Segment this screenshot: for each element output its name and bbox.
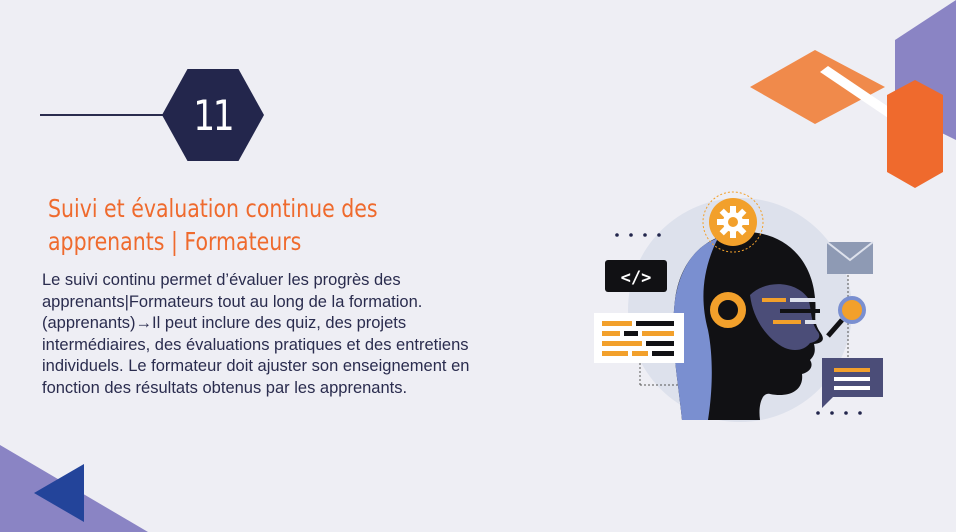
body-line-6: fonction des résultats obtenus par les a…	[42, 378, 408, 397]
slide-title-line-2: apprenants | Formateurs	[48, 227, 302, 256]
orange-diamond-shape	[750, 50, 885, 124]
number-connector-line	[40, 114, 170, 116]
body-line-4: intermédiaires, des évaluations pratique…	[42, 335, 469, 354]
body-line-5: individuels. Le formateur doit ajuster s…	[42, 357, 470, 375]
head-illustration: </>	[594, 191, 883, 422]
slide: 11 Suivi et évaluation continue des appr…	[0, 0, 956, 532]
body-line-1: Le suivi continu permet d’évaluer les pr…	[42, 271, 401, 289]
magnifier-icon	[838, 296, 866, 324]
chat-bubble-icon	[822, 358, 883, 408]
dots-top-left	[615, 233, 661, 237]
dots-bottom-right	[816, 411, 862, 415]
slide-title-line-1: Suivi et évaluation continue des	[48, 194, 378, 223]
orange-hexagon-shape	[887, 80, 943, 188]
slide-title: Suivi et évaluation continue des apprena…	[48, 192, 392, 258]
back-arrow-icon[interactable]	[30, 462, 90, 524]
code-tag-label: </>	[621, 268, 652, 288]
body-line-2: apprenants|Formateurs tout au long de la…	[42, 292, 423, 311]
body-line-3: (apprenants)→Il peut inclure des quiz, d…	[42, 314, 407, 332]
slide-number: 11	[193, 90, 235, 140]
slide-body: Le suivi continu permet d’évaluer les pr…	[42, 270, 542, 399]
